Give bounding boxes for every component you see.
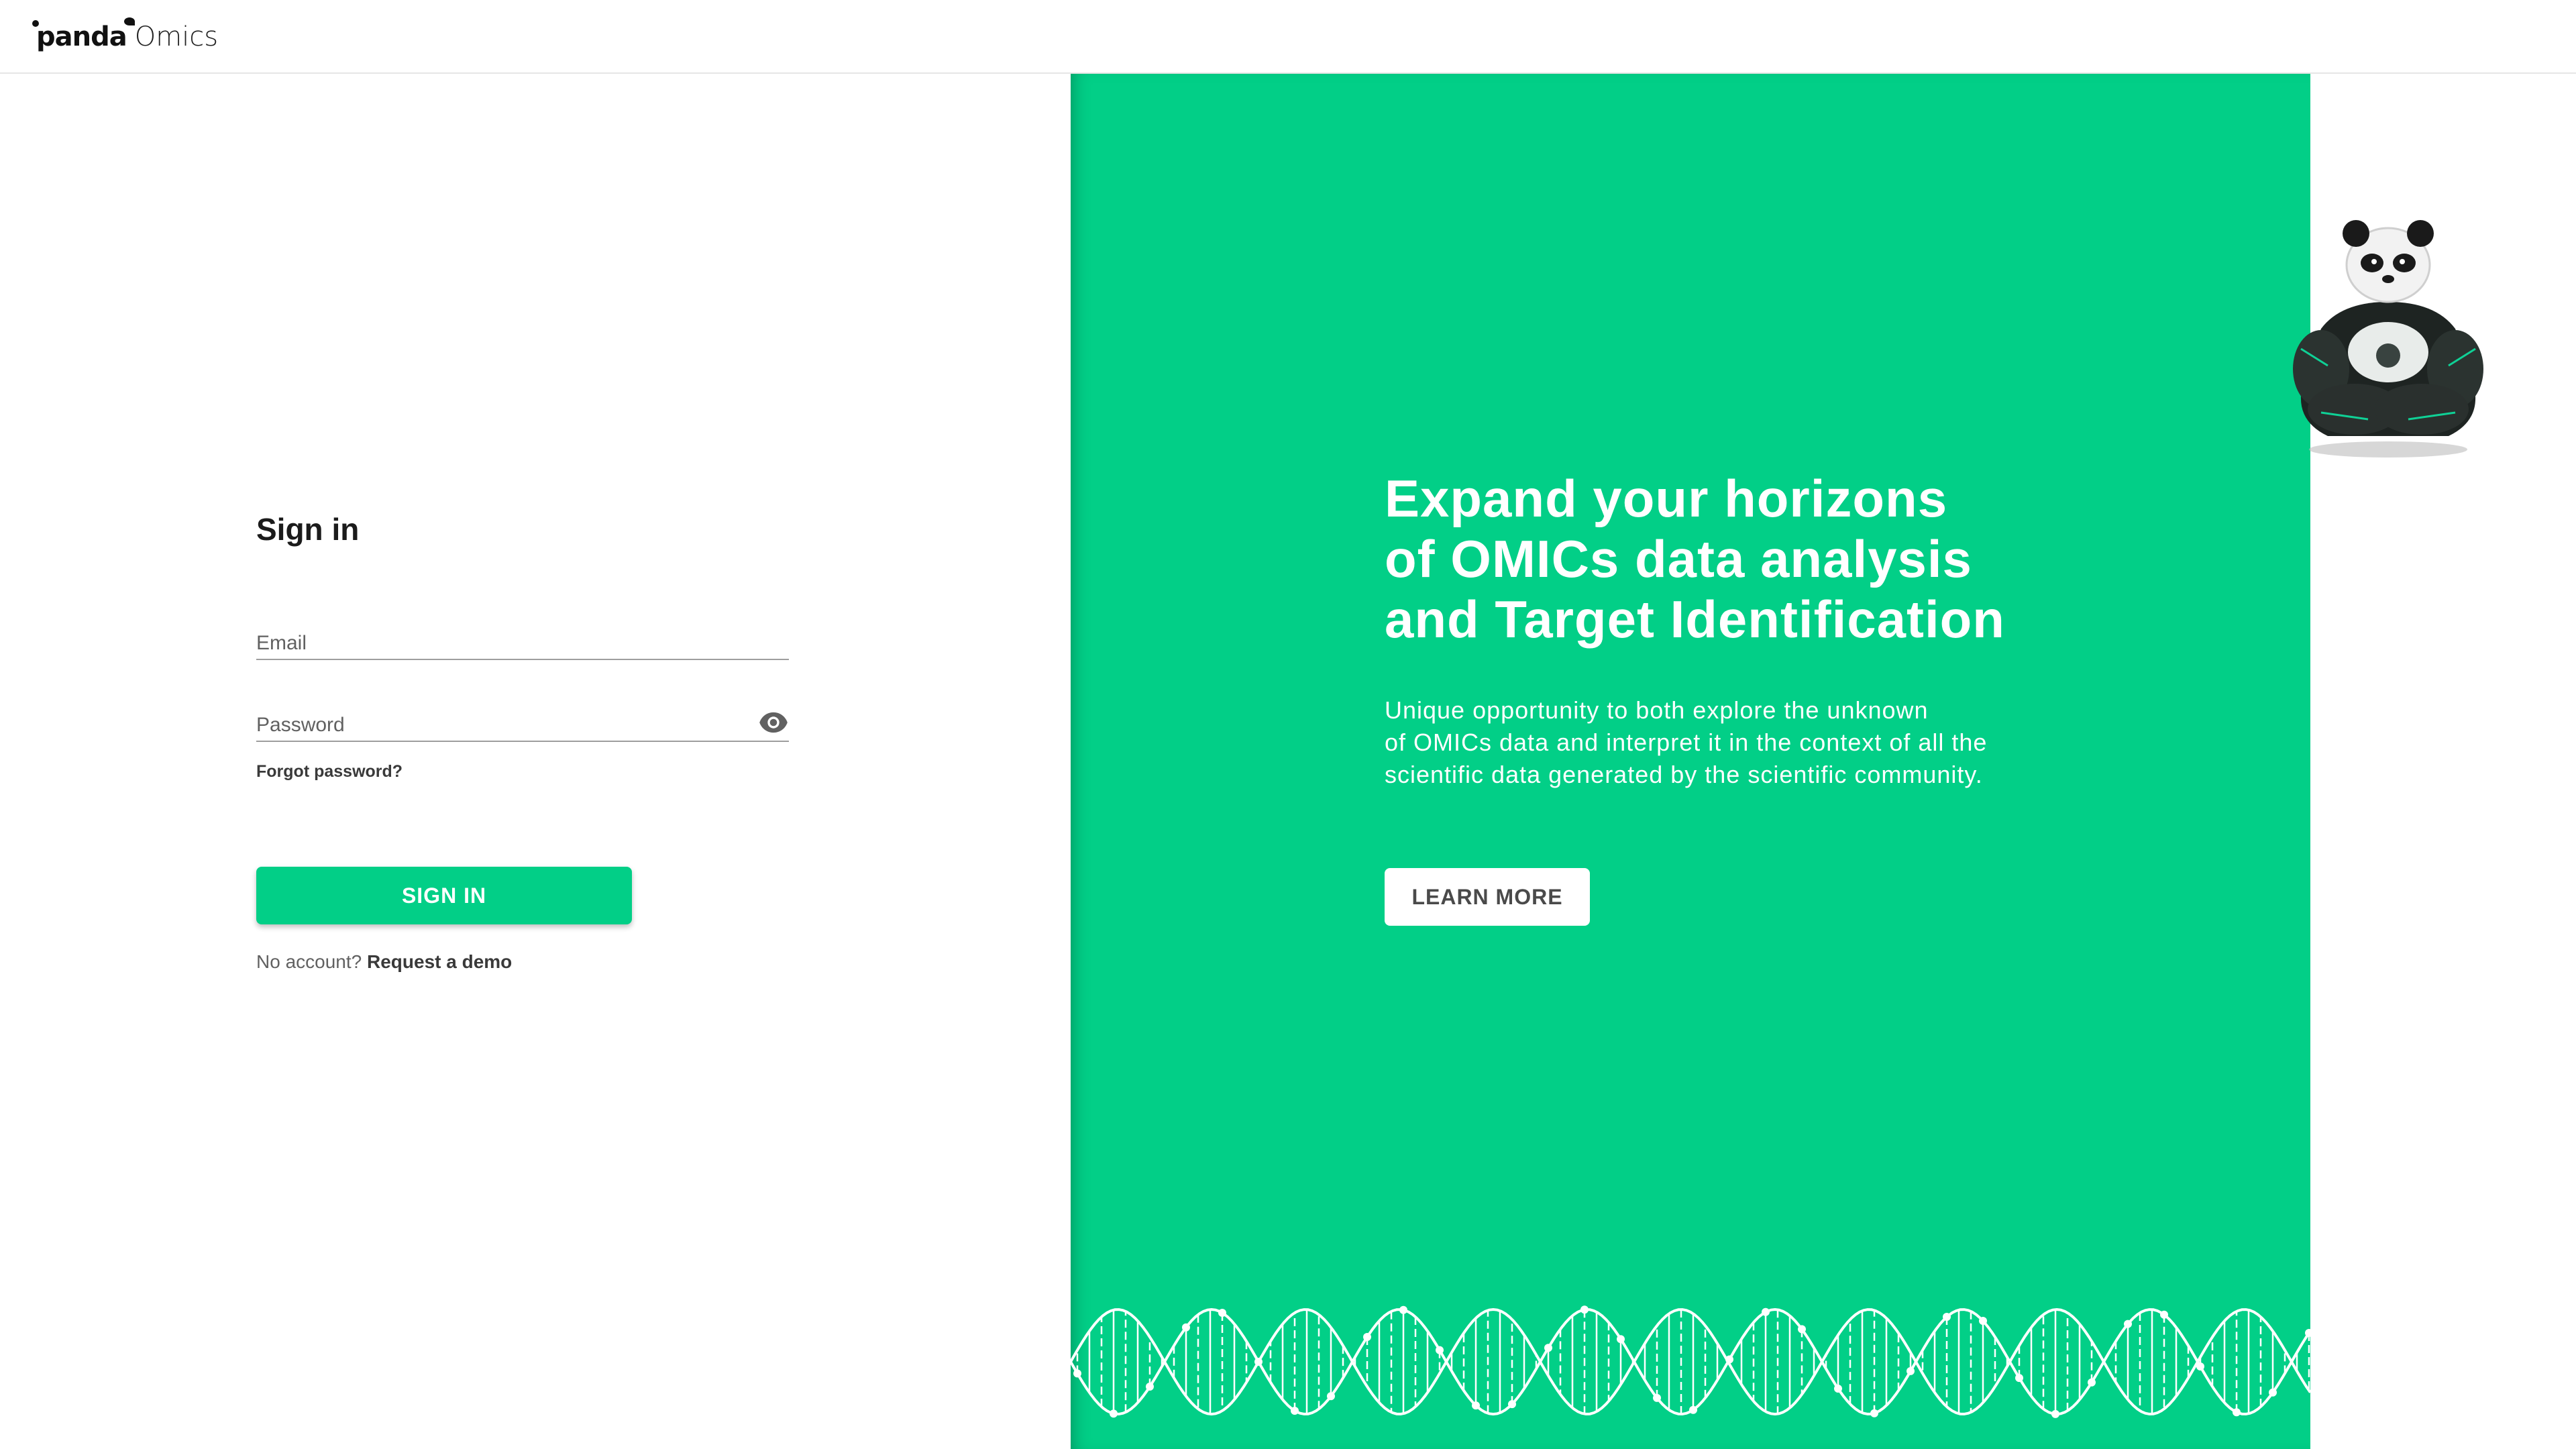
- dna-node: [1544, 1344, 1552, 1352]
- dna-node: [1979, 1317, 1987, 1325]
- dna-node: [1689, 1405, 1697, 1414]
- description-line: scientific data generated by the scienti…: [1385, 761, 1983, 788]
- no-account-text: No account? Request a demo: [256, 951, 512, 973]
- dna-node: [1146, 1383, 1154, 1391]
- learn-more-button[interactable]: LEARN MORE: [1385, 868, 1590, 926]
- dna-node: [1218, 1309, 1226, 1317]
- dna-node: [1110, 1409, 1118, 1418]
- dna-node: [1327, 1392, 1335, 1401]
- dna-node: [1182, 1323, 1190, 1332]
- dna-node: [2196, 1362, 2204, 1371]
- description-line: Unique opportunity to both explore the u…: [1385, 696, 1929, 724]
- promo-panel: Expand your horizons of OMICs data analy…: [1071, 74, 2310, 1449]
- promo-headline: Expand your horizons of OMICs data analy…: [1385, 468, 2005, 649]
- dna-node: [1943, 1313, 1951, 1321]
- dna-node: [1798, 1325, 1806, 1334]
- pandaomics-logo[interactable]: panda Omics: [32, 17, 219, 54]
- dna-node: [2269, 1388, 2277, 1397]
- dna-node: [1834, 1385, 1842, 1393]
- dna-node: [2233, 1408, 2241, 1417]
- eye-icon[interactable]: [758, 711, 789, 734]
- panda-mascot-illustration: [2293, 220, 2483, 458]
- dna-node: [1363, 1333, 1371, 1341]
- request-demo-link[interactable]: Request a demo: [367, 951, 512, 972]
- headline-line: Expand your horizons: [1385, 469, 1948, 528]
- description-line: of OMICs data and interpret it in the co…: [1385, 729, 1988, 756]
- signin-title: Sign in: [256, 512, 360, 547]
- email-label: Email: [256, 632, 307, 654]
- no-account-label: No account?: [256, 951, 362, 972]
- forgot-password-link[interactable]: Forgot password?: [256, 762, 402, 782]
- dna-node: [2160, 1310, 2168, 1319]
- dna-node: [2124, 1320, 2132, 1328]
- dna-node: [1508, 1400, 1516, 1409]
- sign-in-button[interactable]: SIGN IN: [256, 867, 632, 924]
- dna-node: [1907, 1366, 1915, 1375]
- password-field[interactable]: Password: [256, 707, 789, 742]
- dna-node: [1436, 1346, 1444, 1354]
- logo-brand: panda: [32, 17, 135, 52]
- headline-line: and Target Identification: [1385, 590, 2005, 649]
- dna-node: [1254, 1358, 1263, 1366]
- dna-node: [1653, 1393, 1661, 1402]
- headline-line: of OMICs data analysis: [1385, 529, 1972, 588]
- top-bar: panda Omics: [0, 0, 2576, 74]
- dna-helix-decoration: [1071, 1305, 2310, 1418]
- promo-description: Unique opportunity to both explore the u…: [1385, 694, 1987, 791]
- email-field[interactable]: Email: [256, 625, 789, 660]
- dna-node: [1870, 1409, 1878, 1417]
- dna-node: [1617, 1335, 1625, 1344]
- dna-node: [2015, 1374, 2023, 1383]
- dna-node: [2051, 1409, 2059, 1418]
- dna-node: [1291, 1407, 1299, 1415]
- password-label: Password: [256, 714, 345, 736]
- dna-node: [1472, 1401, 1480, 1410]
- dna-node: [1073, 1369, 1081, 1378]
- dna-node: [1399, 1305, 1407, 1314]
- dna-node: [1580, 1305, 1589, 1314]
- dna-node: [2088, 1378, 2096, 1387]
- dna-node: [1725, 1355, 1733, 1364]
- dna-node: [1762, 1307, 1770, 1316]
- logo-product: Omics: [134, 21, 219, 52]
